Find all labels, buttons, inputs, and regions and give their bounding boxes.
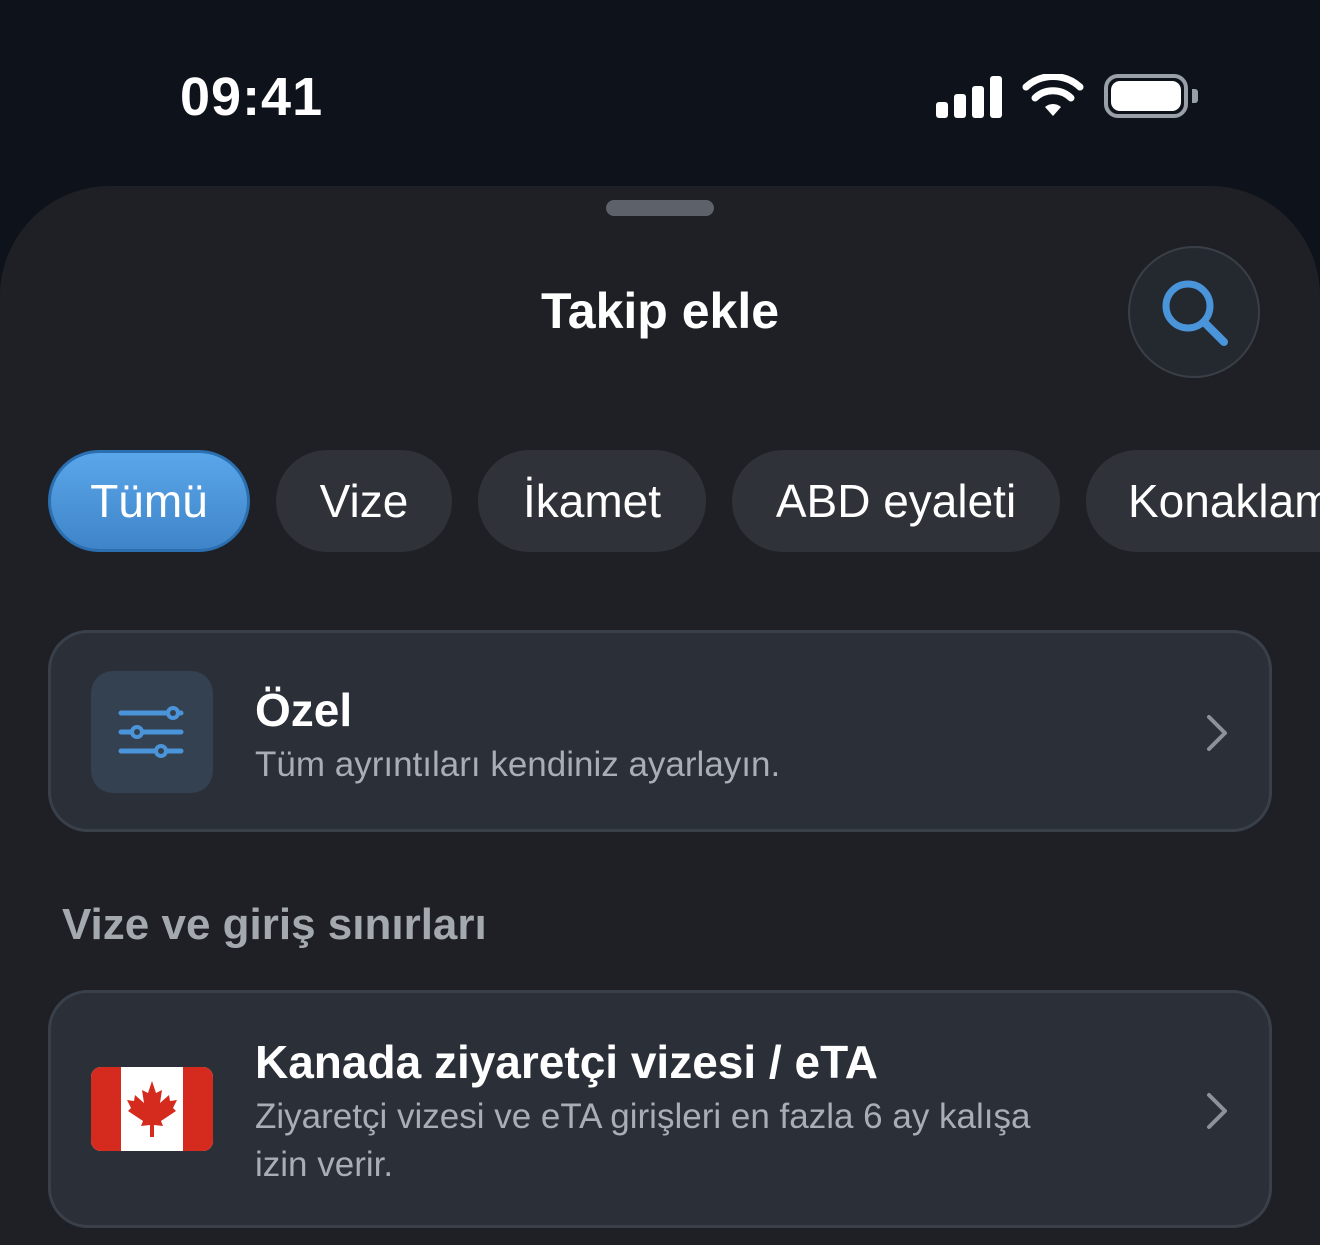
visa-card-title: Kanada ziyaretçi vizesi / eTA xyxy=(255,1036,878,1088)
canada-flag-icon xyxy=(91,1067,213,1151)
chip-us-state[interactable]: ABD eyaleti xyxy=(732,450,1060,552)
chip-visa[interactable]: Vize xyxy=(276,450,452,552)
search-icon xyxy=(1162,280,1228,346)
custom-tracking-card[interactable]: Özel Tüm ayrıntıları kendiniz ayarlayın. xyxy=(48,630,1272,832)
wifi-icon xyxy=(1022,73,1084,123)
chevron-right-icon xyxy=(1207,715,1227,751)
battery-icon xyxy=(1104,74,1198,118)
search-button[interactable] xyxy=(1128,246,1260,378)
status-time: 09:41 xyxy=(180,67,324,127)
chip-accommodation[interactable]: Konaklama xyxy=(1086,450,1320,552)
chip-residence[interactable]: İkamet xyxy=(478,450,706,552)
canada-visa-card[interactable]: Kanada ziyaretçi vizesi / eTA Ziyaretçi … xyxy=(48,990,1272,1228)
sheet-grabber[interactable] xyxy=(606,200,714,216)
cellular-signal-icon xyxy=(936,76,1004,118)
sliders-icon-tile xyxy=(91,671,213,793)
screen: 09:41 Takip ekle Tümü Vize İkamet ABD ey… xyxy=(0,0,1320,1245)
visa-card-subtitle-line-2: izin verir. xyxy=(255,1145,394,1184)
sliders-icon xyxy=(118,706,184,758)
visa-card-subtitle: Ziyaretçi vizesi ve eTA girişleri en faz… xyxy=(255,1093,1030,1189)
add-tracking-sheet: Takip ekle Tümü Vize İkamet ABD eyaleti … xyxy=(0,186,1320,1245)
chip-all[interactable]: Tümü xyxy=(48,450,250,552)
visa-card-subtitle-line-1: Ziyaretçi vizesi ve eTA girişleri en faz… xyxy=(255,1097,1031,1136)
chevron-right-icon xyxy=(1207,1093,1227,1129)
custom-card-title: Özel xyxy=(255,684,353,736)
sheet-title: Takip ekle xyxy=(540,283,780,339)
custom-card-subtitle: Tüm ayrıntıları kendiniz ayarlayın. xyxy=(255,745,781,784)
section-header-visa-limits: Vize ve giriş sınırları xyxy=(62,900,487,949)
